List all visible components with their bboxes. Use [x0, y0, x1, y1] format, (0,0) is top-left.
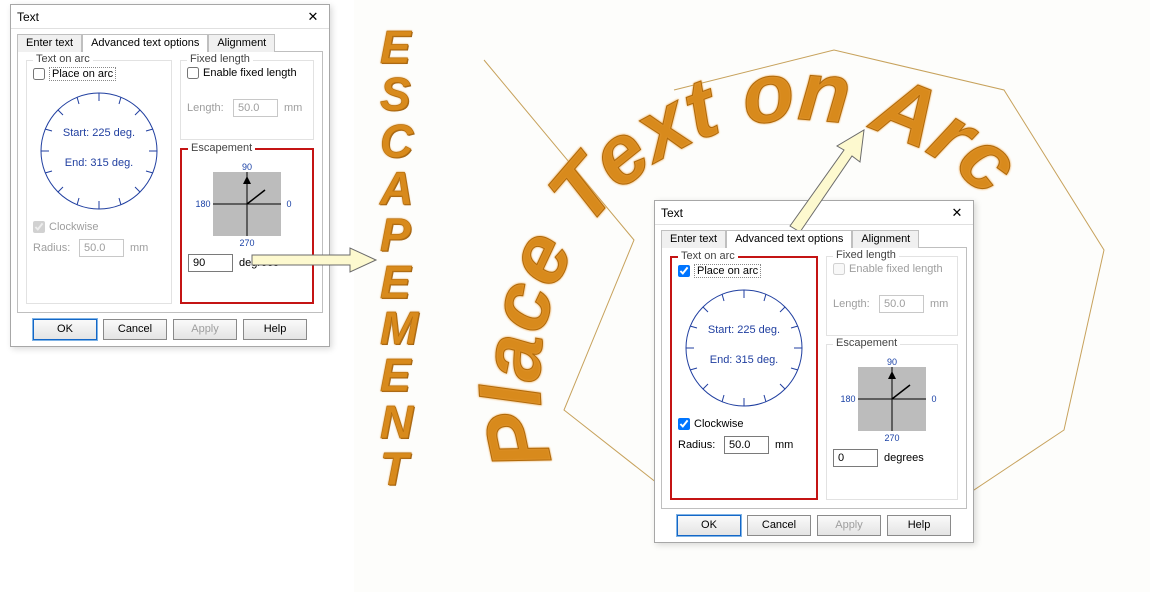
dialog-titlebar[interactable]: Text ✕: [655, 201, 973, 225]
tab-alignment[interactable]: Alignment: [852, 230, 919, 248]
escapement-input[interactable]: 0: [833, 449, 878, 467]
checkbox-clockwise[interactable]: Clockwise: [678, 418, 810, 430]
length-input: 50.0: [233, 99, 278, 117]
ok-button[interactable]: OK: [677, 515, 741, 536]
tick-top: 90: [242, 162, 252, 172]
clockwise-label: Clockwise: [49, 221, 99, 233]
radius-input[interactable]: 50.0: [724, 436, 769, 454]
group-fixed-length: Fixed length Enable fixed length Length:…: [826, 256, 958, 336]
dialog-titlebar[interactable]: Text ✕: [11, 5, 329, 29]
place-on-arc-label: Place on arc: [49, 67, 116, 81]
fixed-length-input: [833, 263, 845, 275]
ok-button[interactable]: OK: [33, 319, 97, 340]
escapement-unit: degrees: [884, 452, 924, 464]
help-button[interactable]: Help: [887, 515, 951, 536]
group-title-arc: Text on arc: [33, 53, 93, 65]
cancel-button[interactable]: Cancel: [103, 319, 167, 340]
escapement-dial[interactable]: 90 0 180 270: [840, 355, 944, 443]
length-unit: mm: [930, 298, 948, 310]
tick-bottom: 270: [239, 238, 254, 248]
dial-start-label: Start: 225 deg.: [678, 324, 810, 336]
radius-unit: mm: [775, 439, 793, 451]
group-title-escapement: Escapement: [188, 142, 255, 154]
tab-advanced[interactable]: Advanced text options: [82, 34, 208, 52]
arc-angle-dial[interactable]: Start: 225 deg. End: 315 deg.: [678, 282, 810, 414]
embroidery-vertical-text: ESCAPEMENT: [380, 24, 430, 493]
apply-button[interactable]: Apply: [173, 319, 237, 340]
length-input: 50.0: [879, 295, 924, 313]
dialog-title: Text: [661, 201, 683, 225]
svg-text:180: 180: [840, 394, 855, 404]
apply-button[interactable]: Apply: [817, 515, 881, 536]
clockwise-input[interactable]: [678, 418, 690, 430]
place-on-arc-label: Place on arc: [694, 264, 761, 278]
radius-label: Radius:: [33, 242, 73, 254]
fixed-length-label: Enable fixed length: [203, 67, 297, 79]
dial-start-label: Start: 225 deg.: [33, 127, 165, 139]
place-on-arc-input[interactable]: [678, 265, 690, 277]
clockwise-label: Clockwise: [694, 418, 744, 430]
dial-end-label: End: 315 deg.: [33, 157, 165, 169]
checkbox-clockwise: Clockwise: [33, 221, 165, 233]
dial-end-label: End: 315 deg.: [678, 354, 810, 366]
length-unit: mm: [284, 102, 302, 114]
svg-text:0: 0: [931, 394, 936, 404]
group-title-escapement: Escapement: [833, 337, 900, 349]
checkbox-place-on-arc[interactable]: Place on arc: [678, 264, 810, 278]
tick-right: 0: [286, 199, 291, 209]
checkbox-fixed-length[interactable]: Enable fixed length: [187, 67, 307, 79]
place-on-arc-input[interactable]: [33, 68, 45, 80]
svg-text:90: 90: [887, 357, 897, 367]
clockwise-input: [33, 221, 45, 233]
tick-left: 180: [195, 199, 210, 209]
group-title-fixed: Fixed length: [187, 53, 253, 65]
escapement-unit: degrees: [239, 257, 279, 269]
radius-input: 50.0: [79, 239, 124, 257]
length-label: Length:: [833, 298, 873, 310]
group-text-on-arc: Text on arc Place on arc Start: 225 deg.…: [26, 60, 172, 304]
group-fixed-length: Fixed length Enable fixed length Length:…: [180, 60, 314, 140]
escapement-dial[interactable]: 90 0 180 270: [195, 160, 299, 248]
svg-text:270: 270: [884, 433, 899, 443]
group-title-arc: Text on arc: [678, 250, 738, 262]
escapement-input[interactable]: 90: [188, 254, 233, 272]
radius-label: Radius:: [678, 439, 718, 451]
group-escapement: Escapement 90 0 180 270: [826, 344, 958, 500]
checkbox-fixed-length: Enable fixed length: [833, 263, 951, 275]
tab-advanced[interactable]: Advanced text options: [726, 230, 852, 248]
tab-enter-text[interactable]: Enter text: [661, 230, 726, 248]
group-title-fixed: Fixed length: [833, 249, 899, 261]
cancel-button[interactable]: Cancel: [747, 515, 811, 536]
close-icon[interactable]: ✕: [303, 8, 323, 26]
tab-strip: Enter text Advanced text options Alignme…: [661, 229, 967, 247]
group-text-on-arc: Text on arc Place on arc Start: 225 deg.…: [670, 256, 818, 500]
tab-strip: Enter text Advanced text options Alignme…: [17, 33, 323, 51]
fixed-length-label: Enable fixed length: [849, 263, 943, 275]
length-label: Length:: [187, 102, 227, 114]
checkbox-place-on-arc[interactable]: Place on arc: [33, 67, 165, 81]
tab-alignment[interactable]: Alignment: [208, 34, 275, 52]
radius-unit: mm: [130, 242, 148, 254]
arc-angle-dial[interactable]: Start: 225 deg. End: 315 deg.: [33, 85, 165, 217]
tab-enter-text[interactable]: Enter text: [17, 34, 82, 52]
group-escapement: Escapement 90 0 180 270: [180, 148, 314, 304]
fixed-length-input[interactable]: [187, 67, 199, 79]
dialog-text-2: Text ✕ Enter text Advanced text options …: [654, 200, 974, 543]
dialog-title: Text: [17, 5, 39, 29]
close-icon[interactable]: ✕: [947, 204, 967, 222]
dialog-text-1: Text ✕ Enter text Advanced text options …: [10, 4, 330, 347]
help-button[interactable]: Help: [243, 319, 307, 340]
